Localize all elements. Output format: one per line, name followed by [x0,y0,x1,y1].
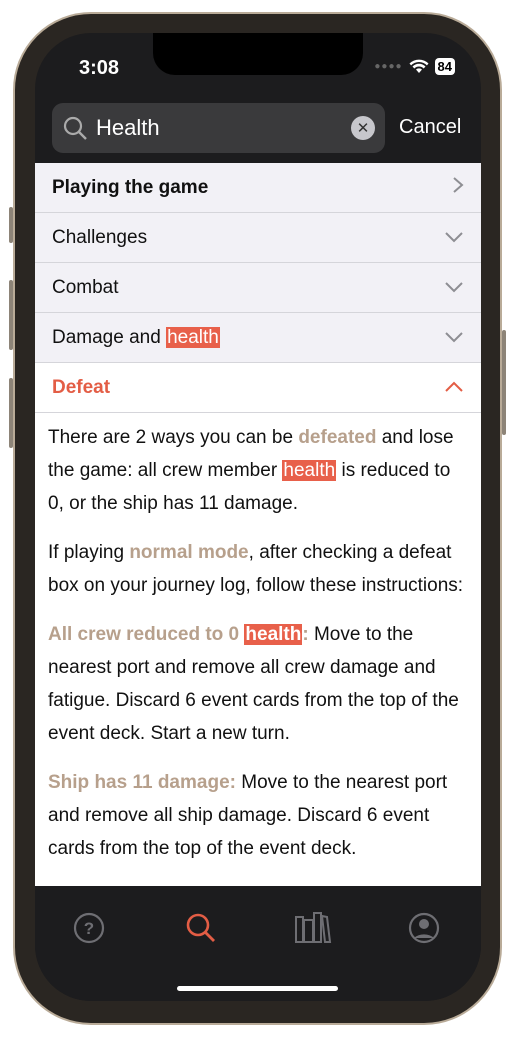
svg-text:?: ? [84,919,94,938]
library-icon[interactable] [294,912,332,944]
clear-search-button[interactable]: ✕ [351,116,375,140]
profile-icon[interactable] [408,912,440,944]
section-challenges[interactable]: Challenges [35,213,481,263]
chevron-down-icon [444,227,464,249]
search-field[interactable]: ✕ [52,103,385,153]
keyword-heading: All crew reduced to 0 [48,624,245,645]
results-list: Playing the game Challenges Combat Damag… [35,163,481,886]
paragraph: Ship has 11 damage: Move to the nearest … [48,766,468,865]
text: If playing [48,542,130,563]
tab-bar: ? [35,886,481,1001]
section-defeat[interactable]: Defeat [35,363,481,413]
status-time: 3:08 [79,57,120,79]
paragraph: All crew reduced to 0 health: Move to th… [48,618,468,750]
keyword-heading: Ship has 11 damage: [48,772,236,793]
search-icon [63,116,87,140]
keyword-link[interactable]: normal mode [129,542,248,563]
home-indicator[interactable] [177,986,338,991]
help-icon[interactable]: ? [73,912,105,944]
keyword-link[interactable]: defeated [298,427,376,448]
paragraph: If playing normal mode, after checking a… [48,536,468,602]
paragraph: There are 2 ways you can be defeated and… [48,421,468,520]
row-label: Combat [52,276,119,298]
screen: 3:08 ●●●● 84 ✕ Cancel Playing the game C… [35,33,481,1001]
side-button [502,330,506,435]
search-input[interactable] [94,114,348,142]
status-icons: ●●●● 84 [374,58,455,75]
text: There are 2 ways you can be [48,427,299,448]
section-playing-the-game[interactable]: Playing the game [35,163,481,213]
search-highlight: health [166,326,220,348]
signal-icon: ●●●● [374,61,403,72]
row-label: Damage and health [52,326,220,349]
row-label: Defeat [52,376,111,398]
search-highlight: health [244,624,303,645]
row-label: Challenges [52,226,148,248]
chevron-down-icon [444,277,464,299]
chevron-down-icon [444,327,464,349]
side-button [9,207,13,243]
chevron-up-icon [444,377,464,399]
battery-level: 84 [434,58,455,75]
section-content: There are 2 ways you can be defeated and… [35,413,481,865]
notch [153,33,363,75]
section-damage-and-health[interactable]: Damage and health [35,313,481,363]
side-button [9,280,13,350]
side-button [9,378,13,448]
section-combat[interactable]: Combat [35,263,481,313]
cancel-button[interactable]: Cancel [399,116,461,139]
row-label: Playing the game [52,176,209,198]
search-tab-icon[interactable] [185,912,217,944]
chevron-right-icon [452,176,464,200]
search-highlight: health [282,460,337,481]
row-label-text: Damage and [52,326,167,348]
wifi-icon [409,59,429,73]
